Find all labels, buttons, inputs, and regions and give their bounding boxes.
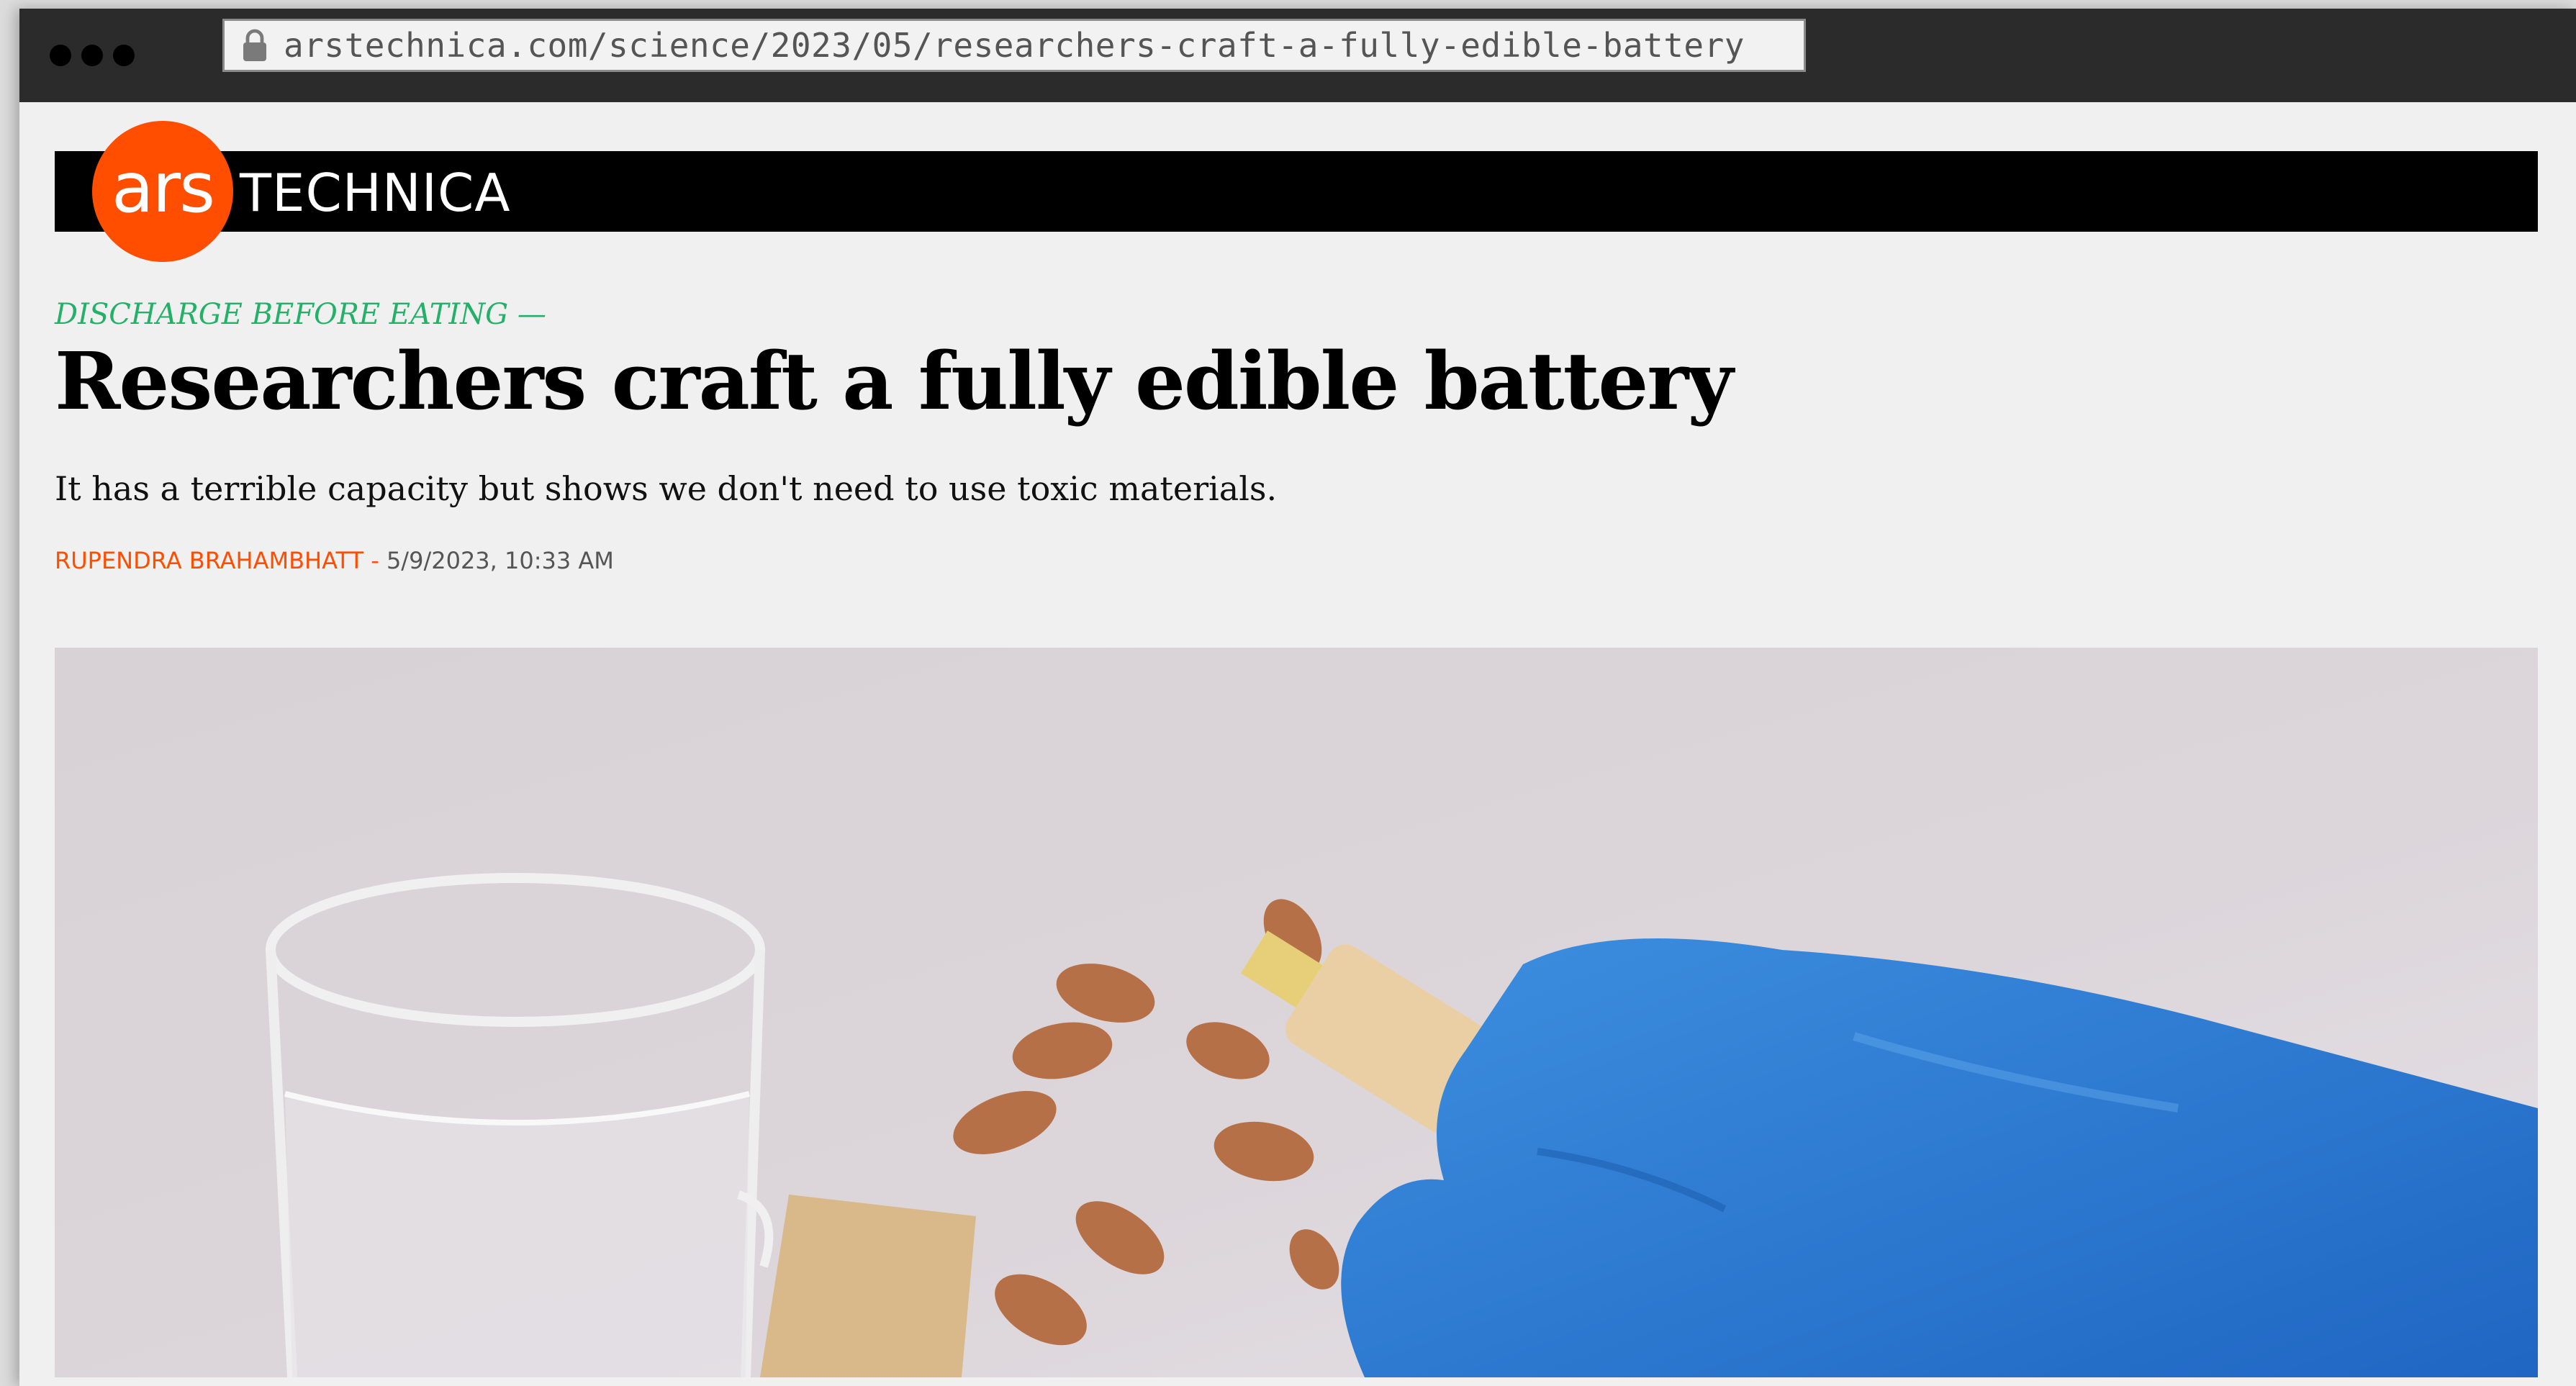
article-byline: RUPENDRA BRAHAMBHATT - 5/9/2023, 10:33 A… bbox=[55, 547, 614, 574]
byline-separator: - bbox=[363, 547, 387, 574]
article-kicker: DISCHARGE BEFORE EATING — bbox=[55, 298, 546, 331]
logo-ars-text: ars bbox=[111, 148, 215, 228]
window-zoom-button[interactable] bbox=[113, 45, 135, 66]
address-bar[interactable]: arstechnica.com/science/2023/05/research… bbox=[222, 19, 1806, 72]
author-link[interactable]: RUPENDRA BRAHAMBHATT bbox=[55, 547, 363, 574]
window-controls bbox=[50, 45, 135, 66]
article-dek: It has a terrible capacity but shows we … bbox=[55, 469, 1278, 508]
window-close-button[interactable] bbox=[50, 45, 71, 66]
lock-icon bbox=[243, 29, 266, 61]
article-title: Researchers craft a fully edible battery bbox=[55, 335, 1733, 427]
url-text: arstechnica.com/science/2023/05/research… bbox=[284, 26, 1745, 65]
window-minimize-button[interactable] bbox=[81, 45, 103, 66]
hero-photo bbox=[55, 648, 2538, 1377]
browser-titlebar: arstechnica.com/science/2023/05/research… bbox=[19, 9, 2576, 102]
hero-image bbox=[55, 648, 2538, 1377]
publish-date: 5/9/2023, 10:33 AM bbox=[386, 547, 614, 574]
site-logo[interactable]: ars bbox=[92, 121, 233, 262]
logo-technica-text[interactable]: TECHNICA bbox=[240, 167, 511, 219]
